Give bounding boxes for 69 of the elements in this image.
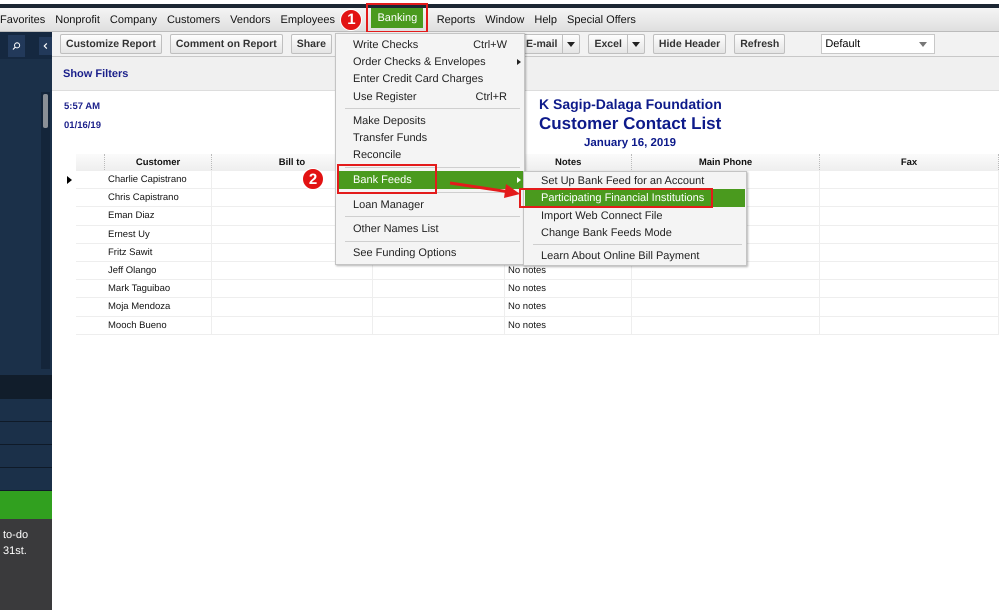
- menu-item[interactable]: Use Register Ctrl+R: [337, 88, 523, 106]
- menu-item[interactable]: Learn About Online Bill Payment: [525, 246, 745, 264]
- menu-item[interactable]: Reconcile: [337, 146, 523, 164]
- table-cell: Chris Capistrano: [108, 192, 179, 204]
- table-cell: No notes: [508, 283, 546, 294]
- table-cell: Eman Diaz: [108, 210, 154, 222]
- toolbar-button[interactable]: Hide Header: [652, 34, 726, 54]
- sidebar-banner[interactable]: [0, 491, 52, 519]
- table-cell: Jeff Olango: [108, 265, 156, 276]
- column-header[interactable]: Fax: [900, 156, 918, 168]
- table-cell: Mooch Bueno: [108, 320, 167, 331]
- table-cell: No notes: [508, 320, 546, 331]
- sidebar-text: 31st.: [2, 544, 28, 559]
- column-header[interactable]: Bill to: [278, 156, 306, 168]
- column-header[interactable]: Notes: [555, 156, 582, 168]
- toolbar-button[interactable]: Customize Report: [60, 34, 162, 54]
- company-name: K Sagip-Dalaga Foundation: [539, 96, 722, 113]
- sidebar-section-bar: [0, 375, 52, 399]
- menu-item[interactable]: Favorites: [0, 10, 50, 28]
- dropdown-button[interactable]: [562, 34, 580, 54]
- search-icon[interactable]: [8, 34, 25, 56]
- menu-item[interactable]: Import Web Connect File: [525, 207, 745, 225]
- report-date: 01/16/19: [64, 119, 101, 133]
- preset-dropdown[interactable]: Default: [821, 34, 936, 54]
- menu-item[interactable]: Order Checks & Envelopes: [337, 53, 523, 71]
- menu-item[interactable]: Transfer Funds: [337, 129, 523, 147]
- sidebar-text: to-do: [2, 528, 30, 543]
- table-row[interactable]: Moja Mendoza No notes: [76, 298, 999, 316]
- menu-item[interactable]: Set Up Bank Feed for an Account: [525, 172, 745, 190]
- menu-item[interactable]: Vendors: [226, 10, 276, 28]
- column-header[interactable]: Main Phone: [698, 156, 752, 168]
- menu-item[interactable]: Help: [530, 10, 562, 28]
- show-filters-link[interactable]: Show Filters: [63, 68, 128, 80]
- menu-item[interactable]: Participating Financial Institutions: [525, 189, 745, 208]
- menu-item[interactable]: See Funding Options: [337, 244, 523, 262]
- menu-item[interactable]: Company: [105, 10, 162, 28]
- menu-item[interactable]: Reports: [432, 10, 480, 28]
- scrollbar-thumb[interactable]: [43, 94, 48, 128]
- toolbar-button[interactable]: Refresh: [734, 34, 786, 54]
- step-badge: 1: [340, 8, 362, 30]
- dropdown-button[interactable]: [626, 34, 645, 54]
- table-cell: No notes: [508, 265, 546, 276]
- table-cell: Mark Taguibao: [108, 283, 170, 294]
- table-cell: Fritz Sawit: [108, 246, 152, 258]
- toolbar-button[interactable]: Share: [290, 34, 332, 54]
- collapse-icon[interactable]: [38, 36, 52, 54]
- report-period: January 16, 2019: [583, 136, 678, 151]
- toolbar-button[interactable]: Comment on Report: [170, 34, 283, 54]
- table-cell: No notes: [508, 301, 546, 312]
- menu-item[interactable]: Other Names List: [337, 220, 523, 238]
- menu-item[interactable]: Window: [480, 10, 529, 28]
- table-cell: Charlie Capistrano: [108, 174, 187, 186]
- table-row[interactable]: Mooch Bueno No notes: [76, 316, 999, 335]
- table-cell: Ernest Uy: [108, 228, 150, 240]
- menu-item[interactable]: Make Deposits: [337, 112, 523, 130]
- menu-item[interactable]: Employees: [276, 10, 340, 28]
- table-row[interactable]: Mark Taguibao No notes: [76, 280, 999, 298]
- menu-item[interactable]: Bank Feeds: [337, 171, 523, 190]
- menu-item[interactable]: Special Offers: [562, 10, 640, 28]
- menu-item[interactable]: Banking: [371, 8, 424, 28]
- column-header[interactable]: Customer: [136, 156, 180, 168]
- report-time: 5:57 AM: [64, 100, 100, 114]
- menu-item[interactable]: Customers: [162, 10, 225, 28]
- table-cell: Moja Mendoza: [108, 301, 170, 312]
- menu-item[interactable]: Nonprofit: [50, 10, 104, 28]
- report-title: Customer Contact List: [539, 113, 722, 135]
- menu-item[interactable]: Change Bank Feeds Mode: [525, 224, 745, 242]
- toolbar-button[interactable]: Excel: [588, 34, 627, 54]
- menu-item[interactable]: Enter Credit Card Charges: [337, 70, 523, 88]
